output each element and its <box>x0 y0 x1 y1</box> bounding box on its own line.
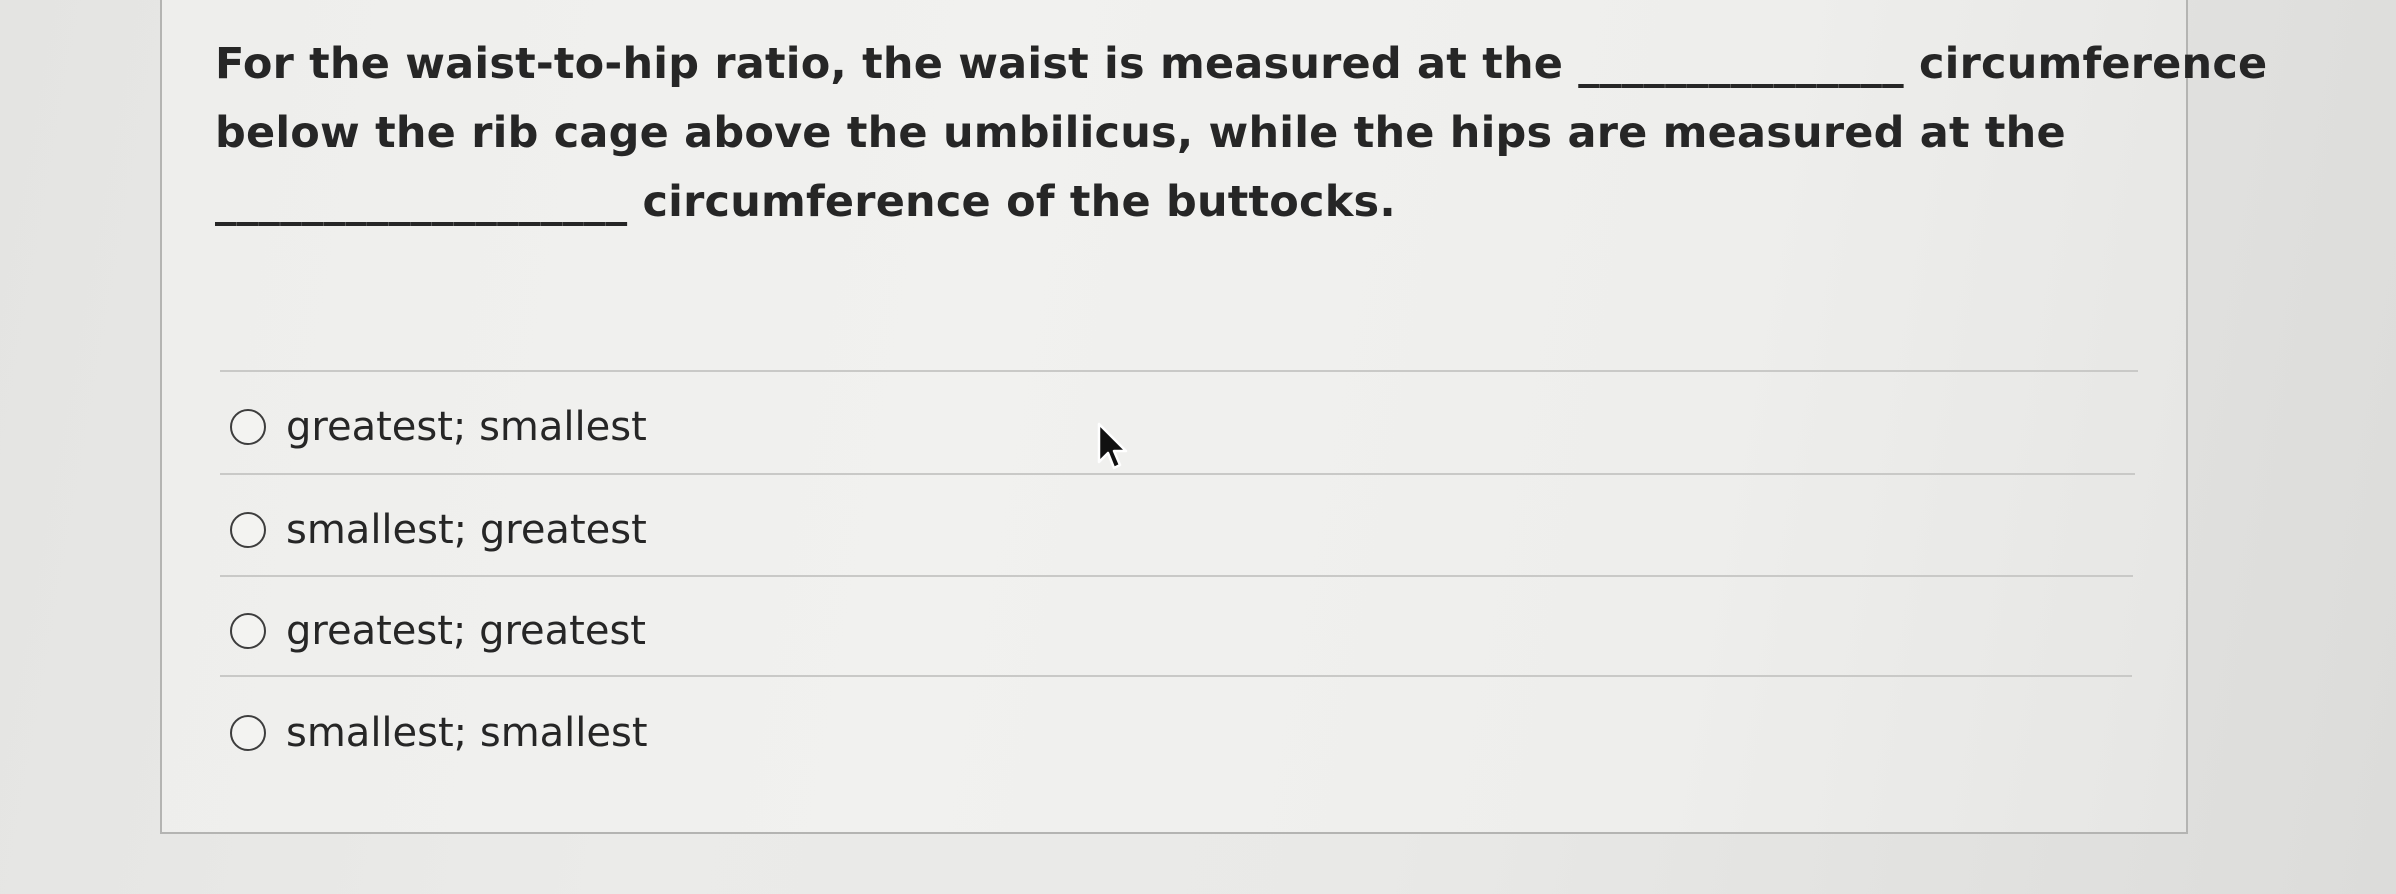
option-label: greatest; greatest <box>286 608 646 654</box>
divider-top <box>220 370 2138 372</box>
divider-2 <box>220 575 2133 577</box>
option-smallest-smallest[interactable]: smallest; smallest <box>230 703 648 763</box>
radio-button-unchecked-icon[interactable] <box>230 512 266 548</box>
radio-button-unchecked-icon[interactable] <box>230 409 266 445</box>
option-label: smallest; greatest <box>286 507 647 553</box>
question-text: For the waist-to-hip ratio, the waist is… <box>215 30 2268 237</box>
question-line-1: For the waist-to-hip ratio, the waist is… <box>215 39 2268 89</box>
option-greatest-smallest[interactable]: greatest; smallest <box>230 397 647 457</box>
mouse-pointer-icon <box>1097 422 1128 470</box>
question-line-2: below the rib cage above the umbilicus, … <box>215 108 2066 158</box>
question-line-3: ___________________ circumference of the… <box>215 177 1396 227</box>
option-label: greatest; smallest <box>286 404 647 450</box>
divider-1 <box>220 473 2135 475</box>
divider-3 <box>220 675 2132 677</box>
option-smallest-greatest[interactable]: smallest; greatest <box>230 500 647 560</box>
option-label: smallest; smallest <box>286 710 648 756</box>
option-greatest-greatest[interactable]: greatest; greatest <box>230 601 646 661</box>
radio-button-unchecked-icon[interactable] <box>230 613 266 649</box>
radio-button-unchecked-icon[interactable] <box>230 715 266 751</box>
